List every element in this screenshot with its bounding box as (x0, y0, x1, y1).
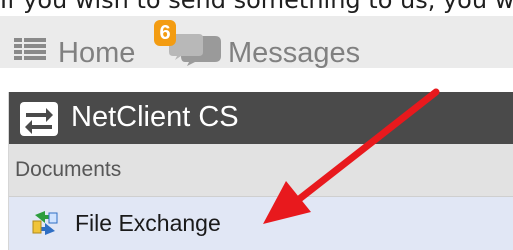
messages-badge-count: 6 (159, 22, 171, 44)
panel-title: NetClient CS (71, 101, 239, 133)
menu-item-file-exchange[interactable]: File Exchange (9, 197, 513, 250)
messages-link[interactable]: Messages (228, 36, 360, 70)
home-link[interactable]: Home (58, 36, 135, 70)
file-exchange-icon (31, 209, 59, 242)
menu-item-label: File Exchange (75, 210, 221, 236)
messages-badge: 6 (154, 20, 176, 46)
top-navigation-bar: Home 6 Messages (0, 16, 513, 70)
section-label: Documents (15, 158, 122, 181)
section-documents[interactable]: Documents (9, 144, 513, 197)
panel-header: NetClient CS (9, 92, 513, 144)
navigation-panel: NetClient CS Documents File Exchange (8, 92, 513, 250)
grid-icon[interactable] (14, 38, 46, 65)
exchange-arrows-icon (20, 102, 58, 141)
